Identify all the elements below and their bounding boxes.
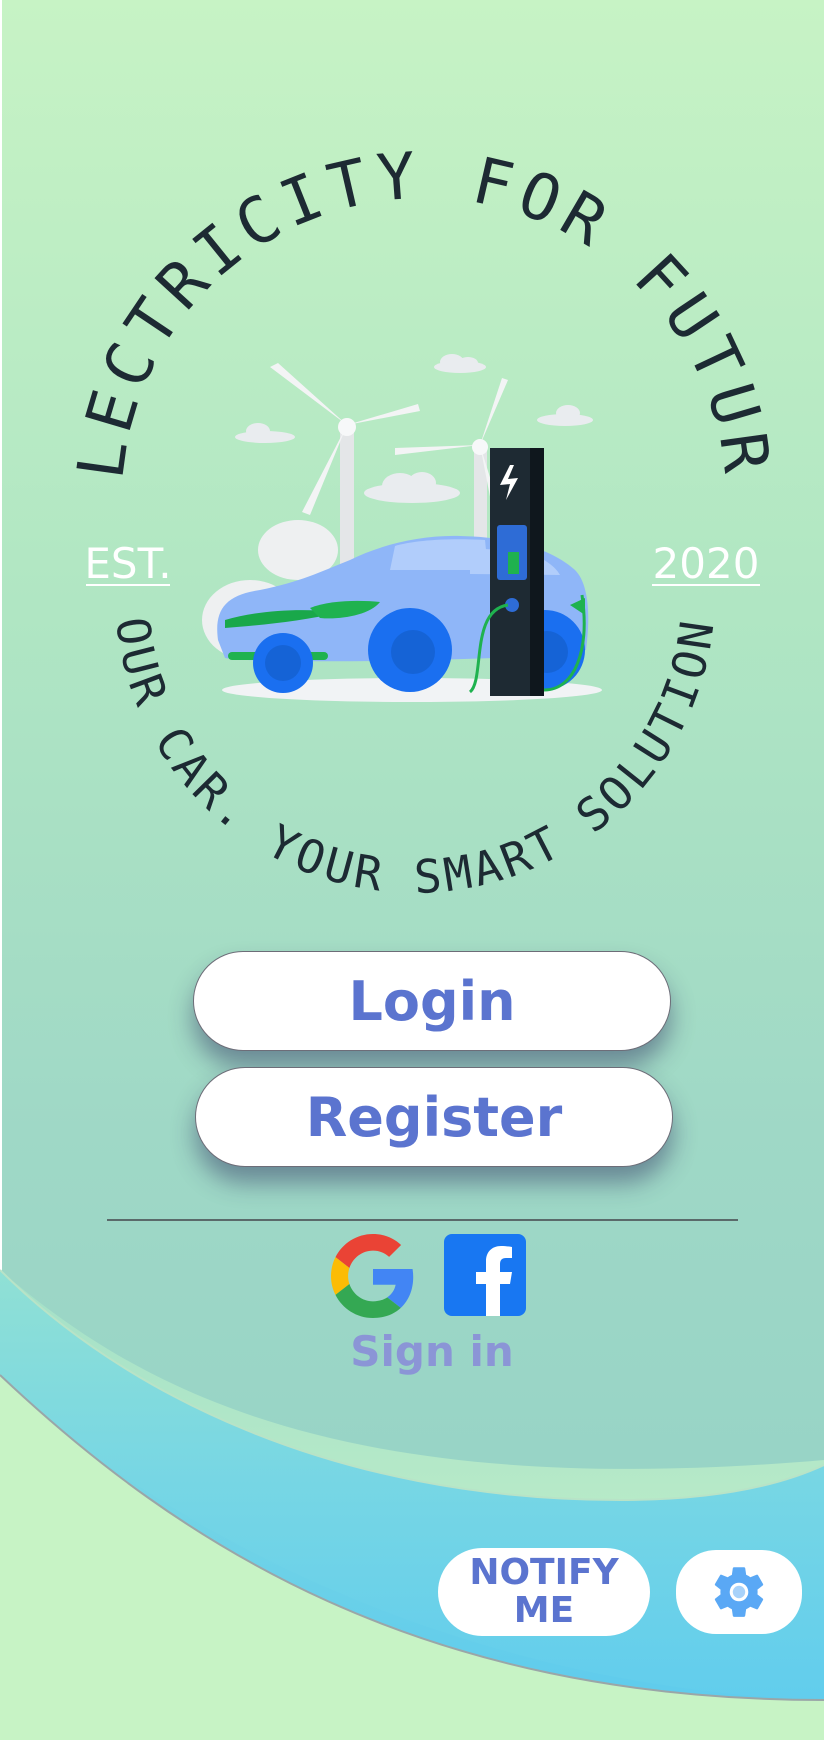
facebook-icon (476, 1246, 512, 1316)
notify-me-button[interactable]: NOTIFY ME (438, 1548, 650, 1636)
gear-icon (714, 1567, 764, 1617)
divider (107, 1219, 738, 1221)
logo-top-text: ELECTRICITY FOR FUTURE (0, 0, 784, 483)
facebook-sign-in-button[interactable] (444, 1234, 526, 1316)
google-sign-in-button[interactable] (331, 1234, 415, 1318)
year-label: 2020 (653, 539, 760, 588)
register-button[interactable]: Register (195, 1067, 673, 1167)
google-icon (331, 1234, 414, 1318)
login-button[interactable]: Login (193, 951, 671, 1051)
est-label: EST. (84, 539, 171, 588)
settings-button[interactable] (676, 1550, 802, 1634)
brand-logo: ELECTRICITY FOR FUTURE YOUR CAR. YOUR SM… (0, 0, 784, 900)
login-button-label: Login (348, 969, 516, 1033)
register-button-label: Register (305, 1085, 563, 1149)
sign-in-label: Sign in (350, 1327, 514, 1376)
notify-me-label: NOTIFY ME (469, 1552, 619, 1631)
